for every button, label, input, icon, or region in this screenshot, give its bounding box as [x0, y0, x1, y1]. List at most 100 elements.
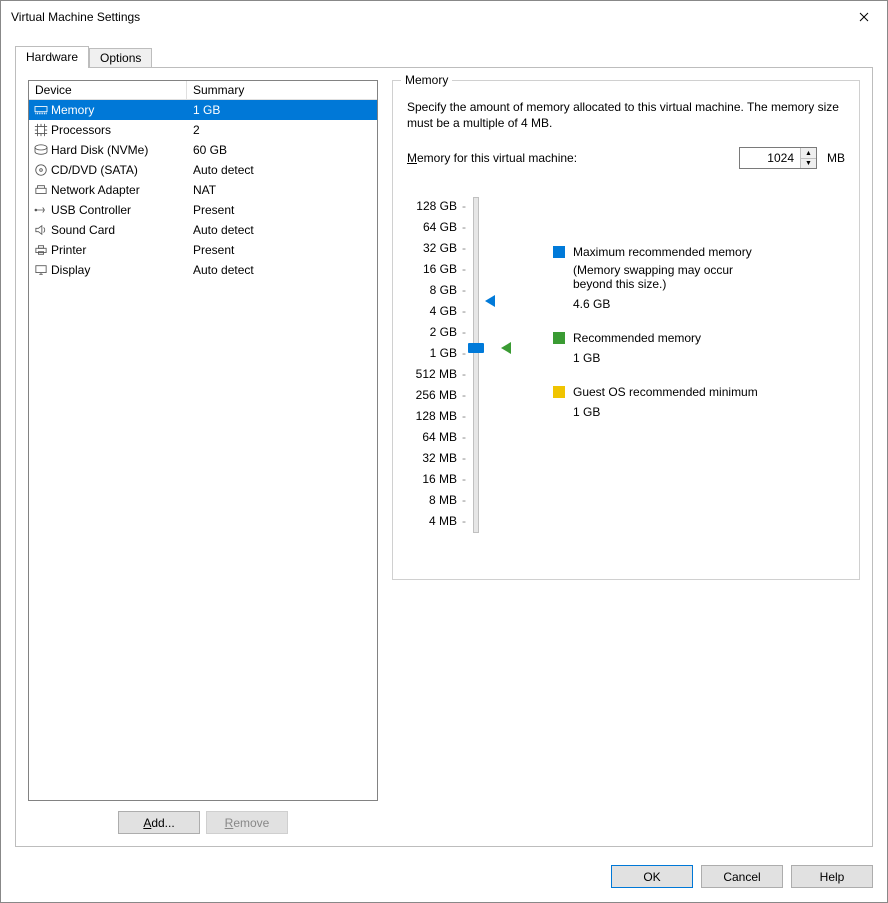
sound-icon	[29, 224, 49, 236]
close-button[interactable]	[841, 1, 887, 33]
slider-thumb[interactable]	[468, 343, 484, 353]
usb-icon	[29, 204, 49, 216]
device-row[interactable]: USB ControllerPresent	[29, 200, 377, 220]
scale-tick: 1 GB	[407, 342, 459, 363]
device-label: CD/DVD (SATA)	[49, 163, 187, 177]
legend-max-value: 4.6 GB	[573, 297, 758, 311]
device-label: USB Controller	[49, 203, 187, 217]
cancel-button[interactable]: Cancel	[701, 865, 783, 888]
memory-input-row: Memory for this virtual machine: ▲ ▼ MB	[407, 147, 845, 169]
memory-slider-area: 128 GB64 GB32 GB16 GB8 GB4 GB2 GB1 GB512…	[407, 195, 845, 531]
memory-slider[interactable]	[469, 195, 513, 531]
help-button[interactable]: Help	[791, 865, 873, 888]
device-row[interactable]: Hard Disk (NVMe)60 GB	[29, 140, 377, 160]
swatch-blue-icon	[553, 246, 565, 258]
scale-tick: 8 GB	[407, 279, 459, 300]
tab-page-hardware: Device Summary Memory1 GBProcessors2Hard…	[15, 67, 873, 847]
device-row[interactable]: Network AdapterNAT	[29, 180, 377, 200]
scale-dash: -	[459, 468, 469, 489]
summary-label: Auto detect	[187, 263, 377, 277]
device-label: Network Adapter	[49, 183, 187, 197]
memory-input-label: Memory for this virtual machine:	[407, 151, 577, 165]
legend-max: Maximum recommended memory (Memory swapp…	[553, 245, 758, 311]
device-row[interactable]: Sound CardAuto detect	[29, 220, 377, 240]
ok-button[interactable]: OK	[611, 865, 693, 888]
close-icon	[859, 10, 869, 24]
summary-label: 60 GB	[187, 143, 377, 157]
column-device-header[interactable]: Device	[29, 81, 187, 99]
memory-group: Memory Specify the amount of memory allo…	[392, 80, 860, 580]
legend-max-label: Maximum recommended memory	[573, 245, 752, 259]
swatch-green-icon	[553, 332, 565, 344]
remove-button[interactable]: Remove	[206, 811, 288, 834]
device-row[interactable]: PrinterPresent	[29, 240, 377, 260]
window-title: Virtual Machine Settings	[11, 10, 140, 24]
device-label: Printer	[49, 243, 187, 257]
cd-icon	[29, 163, 49, 177]
scale-tick: 64 GB	[407, 216, 459, 237]
scale-dash: -	[459, 195, 469, 216]
scale-tick: 128 GB	[407, 195, 459, 216]
memory-icon	[29, 104, 49, 116]
marker-max-icon	[485, 295, 495, 307]
disk-icon	[29, 144, 49, 156]
scale-dash: -	[459, 300, 469, 321]
scale-dash: -	[459, 237, 469, 258]
device-list[interactable]: Device Summary Memory1 GBProcessors2Hard…	[28, 80, 378, 801]
summary-label: Auto detect	[187, 223, 377, 237]
memory-description: Specify the amount of memory allocated t…	[407, 99, 845, 131]
tab-hardware[interactable]: Hardware	[15, 46, 89, 68]
memory-legend: Maximum recommended memory (Memory swapp…	[553, 195, 758, 531]
scale-tick: 32 GB	[407, 237, 459, 258]
summary-label: Present	[187, 203, 377, 217]
tab-strip: Hardware Options	[15, 43, 873, 67]
marker-rec-icon	[501, 342, 511, 354]
scale-tick: 256 MB	[407, 384, 459, 405]
device-label: Processors	[49, 123, 187, 137]
scale-dash: -	[459, 384, 469, 405]
spinner-buttons[interactable]: ▲ ▼	[800, 148, 816, 168]
memory-group-legend: Memory	[401, 73, 452, 87]
window-titlebar: Virtual Machine Settings	[1, 1, 887, 33]
device-label: Sound Card	[49, 223, 187, 237]
scale-dash: -	[459, 426, 469, 447]
summary-label: 2	[187, 123, 377, 137]
scale-tick: 16 GB	[407, 258, 459, 279]
column-summary-header[interactable]: Summary	[187, 81, 377, 99]
scale-dash: -	[459, 363, 469, 384]
spin-down-icon[interactable]: ▼	[801, 159, 816, 169]
device-row[interactable]: Processors2	[29, 120, 377, 140]
device-row[interactable]: Memory1 GB	[29, 100, 377, 120]
legend-min: Guest OS recommended minimum 1 GB	[553, 385, 758, 419]
scale-dash: -	[459, 447, 469, 468]
legend-min-label: Guest OS recommended minimum	[573, 385, 758, 399]
spin-up-icon[interactable]: ▲	[801, 148, 816, 159]
memory-unit: MB	[827, 151, 845, 165]
add-button[interactable]: Add...	[118, 811, 200, 834]
network-icon	[29, 184, 49, 196]
scale-dash: -	[459, 279, 469, 300]
device-label: Hard Disk (NVMe)	[49, 143, 187, 157]
tab-options[interactable]: Options	[89, 48, 152, 67]
summary-label: Present	[187, 243, 377, 257]
scale-tick: 8 MB	[407, 489, 459, 510]
device-list-header: Device Summary	[29, 81, 377, 100]
scale-tick: 32 MB	[407, 447, 459, 468]
scale-dash: -	[459, 510, 469, 531]
scale-dash: -	[459, 489, 469, 510]
scale-dash: -	[459, 258, 469, 279]
legend-rec-label: Recommended memory	[573, 331, 701, 345]
memory-scale: 128 GB64 GB32 GB16 GB8 GB4 GB2 GB1 GB512…	[407, 195, 513, 531]
memory-input[interactable]	[740, 148, 800, 168]
device-row[interactable]: CD/DVD (SATA)Auto detect	[29, 160, 377, 180]
summary-label: NAT	[187, 183, 377, 197]
swatch-yellow-icon	[553, 386, 565, 398]
device-row[interactable]: DisplayAuto detect	[29, 260, 377, 280]
device-label: Memory	[49, 103, 187, 117]
scale-dash: -	[459, 405, 469, 426]
scale-tick: 4 MB	[407, 510, 459, 531]
scale-dash: -	[459, 321, 469, 342]
memory-spinner[interactable]: ▲ ▼	[739, 147, 817, 169]
dialog-button-row: OK Cancel Help	[1, 855, 887, 902]
cpu-icon	[29, 123, 49, 137]
